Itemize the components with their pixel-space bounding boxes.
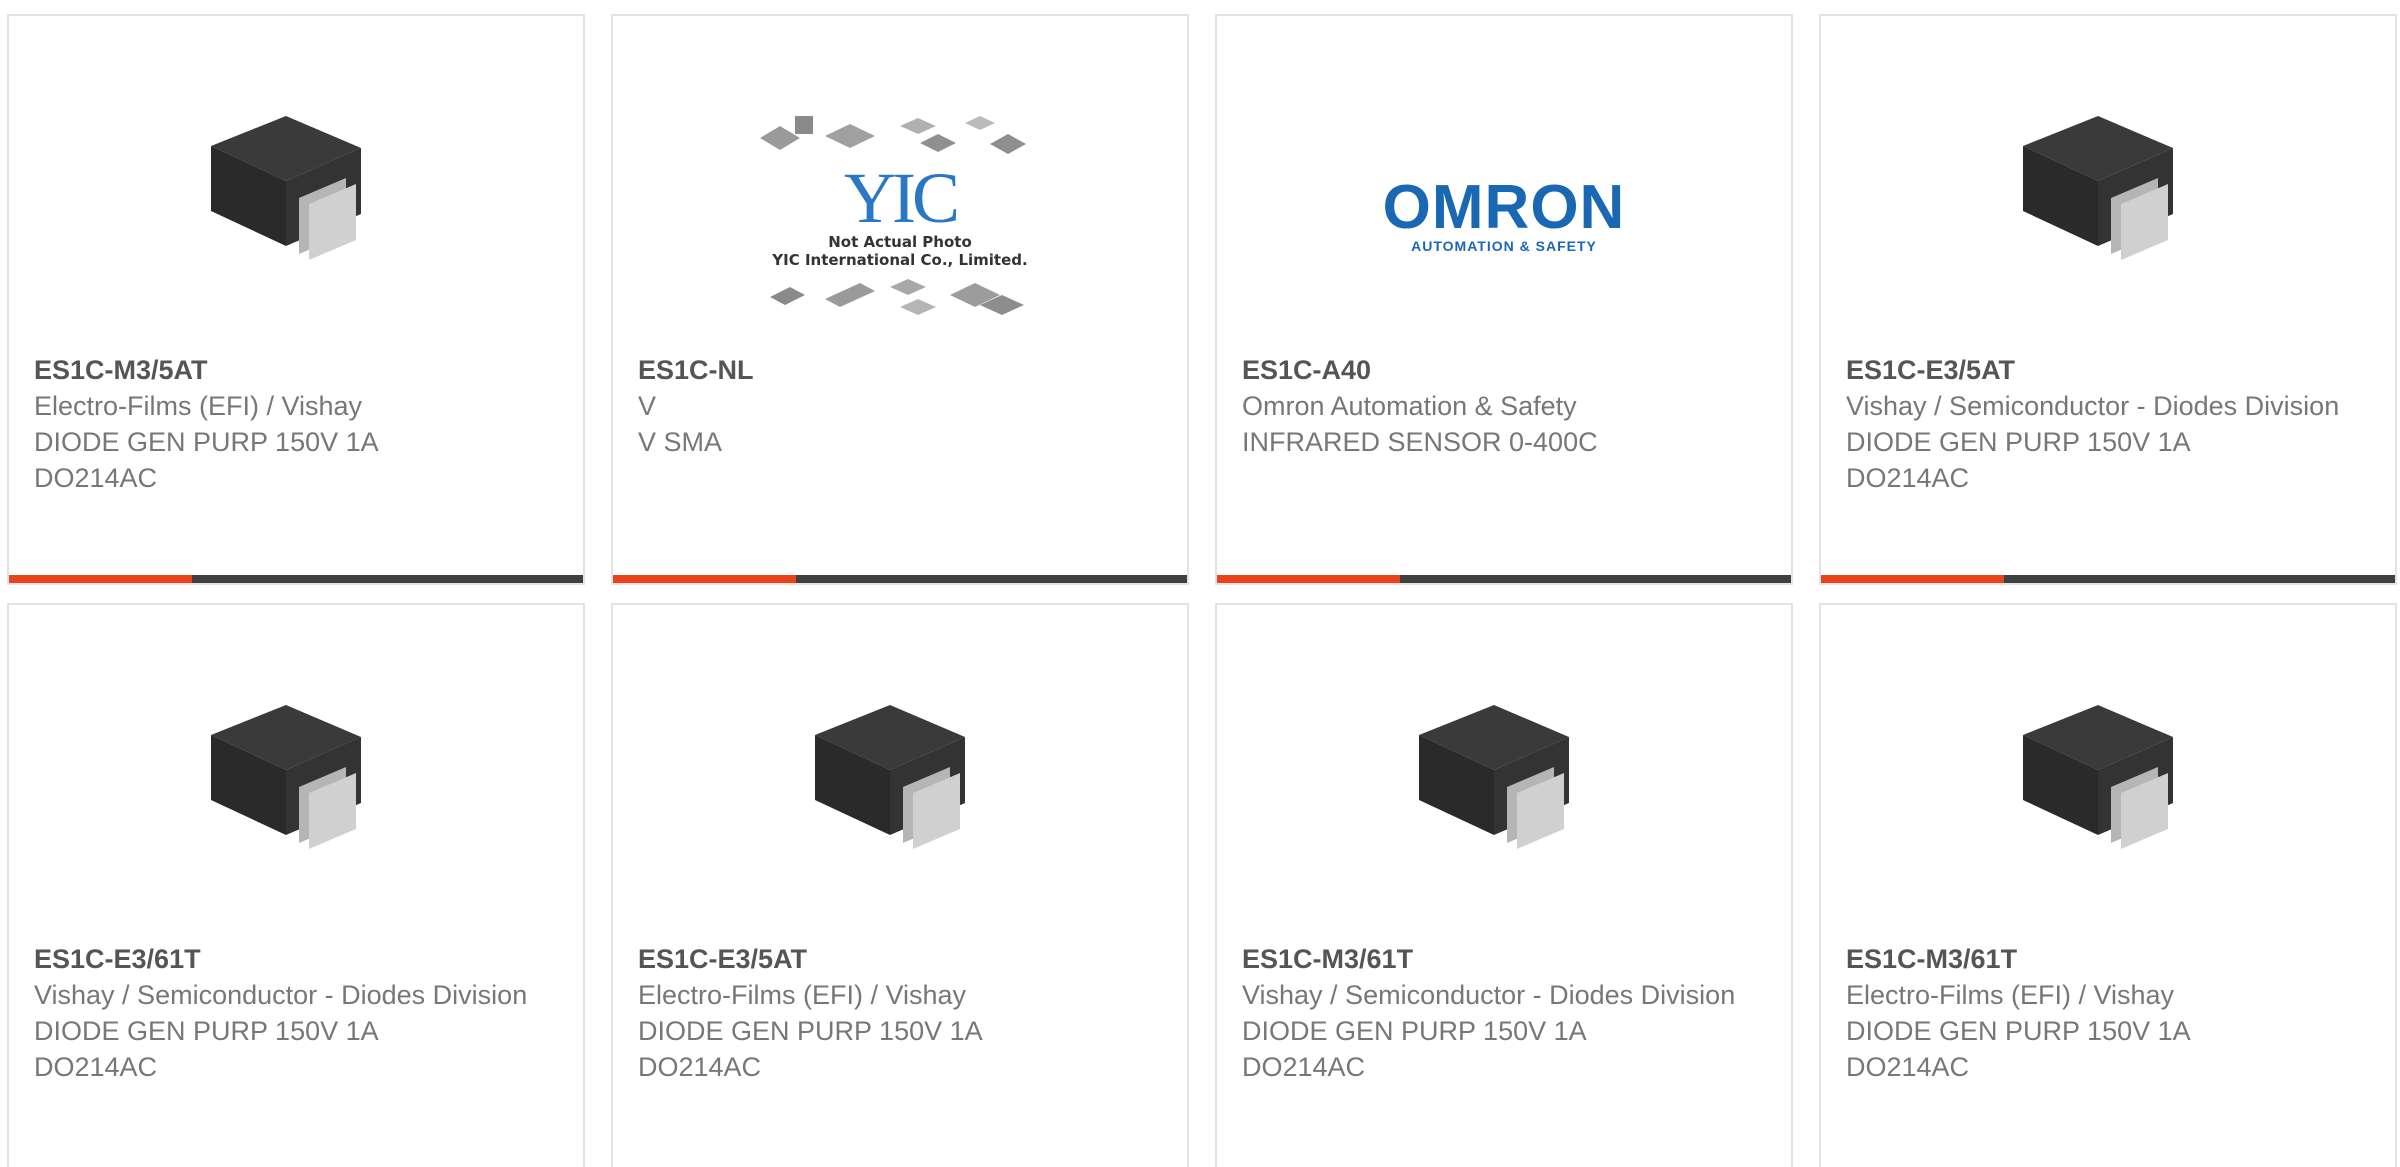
manufacturer: Electro-Films (EFI) / Vishay	[34, 391, 363, 421]
card-bottom-bar	[9, 575, 583, 583]
description: DIODE GEN PURP 150V 1A DO214AC	[34, 1016, 378, 1082]
product-info: ES1C-NL V V SMA	[638, 352, 1162, 460]
description: DIODE GEN PURP 150V 1A DO214AC	[1846, 1016, 2190, 1082]
omron-logo-text: OMRON	[1382, 173, 1626, 242]
part-number[interactable]: ES1C-NL	[638, 352, 1162, 388]
part-number[interactable]: ES1C-E3/5AT	[638, 941, 1162, 977]
diode-package-icon	[191, 675, 401, 885]
part-number[interactable]: ES1C-A40	[1242, 352, 1766, 388]
product-card[interactable]: ES1C-M3/61T Electro-Films (EFI) / Vishay…	[1819, 603, 2397, 1167]
manufacturer: Vishay / Semiconductor - Diodes Division	[1242, 980, 1736, 1010]
product-card[interactable]: ES1C-M3/61T Vishay / Semiconductor - Dio…	[1215, 603, 1793, 1167]
diode-package-icon	[2003, 86, 2213, 296]
product-info: ES1C-M3/61T Electro-Films (EFI) / Vishay…	[1846, 941, 2370, 1085]
card-bottom-bar	[613, 575, 1187, 583]
description: DIODE GEN PURP 150V 1A DO214AC	[1242, 1016, 1586, 1082]
card-bottom-bar	[1821, 575, 2395, 583]
product-card[interactable]: ES1C-E3/5AT Electro-Films (EFI) / Vishay…	[611, 603, 1189, 1167]
chips-bottom-icon	[770, 279, 1024, 315]
manufacturer: Vishay / Semiconductor - Diodes Division	[1846, 391, 2340, 421]
card-bottom-bar	[1217, 575, 1791, 583]
product-card[interactable]: OMRON AUTOMATION & SAFETY ES1C-A40 Omron…	[1215, 14, 1793, 585]
manufacturer: V	[638, 391, 657, 421]
product-card[interactable]: ES1C-M3/5AT Electro-Films (EFI) / Vishay…	[7, 14, 585, 585]
diode-package-icon	[795, 675, 1005, 885]
description: DIODE GEN PURP 150V 1A DO214AC	[34, 427, 378, 493]
part-number[interactable]: ES1C-E3/61T	[34, 941, 558, 977]
yic-placeholder-logo: YIC Not Actual Photo YIC International C…	[750, 96, 1050, 336]
diode-package-icon	[1399, 675, 1609, 885]
card-accent	[1217, 575, 1400, 583]
chips-top-icon	[760, 116, 1026, 154]
part-number[interactable]: ES1C-M3/61T	[1846, 941, 2370, 977]
yic-caption-line1: Not Actual Photo	[828, 233, 972, 251]
product-info: ES1C-M3/61T Vishay / Semiconductor - Dio…	[1242, 941, 1766, 1085]
product-card[interactable]: YIC Not Actual Photo YIC International C…	[611, 14, 1189, 585]
manufacturer: Electro-Films (EFI) / Vishay	[638, 980, 967, 1010]
yic-caption-line2: YIC International Co., Limited.	[772, 251, 1028, 269]
description: V SMA	[638, 427, 723, 457]
product-card[interactable]: ES1C-E3/5AT Vishay / Semiconductor - Dio…	[1819, 14, 2397, 585]
card-accent	[9, 575, 192, 583]
description: INFRARED SENSOR 0-400C	[1242, 427, 1598, 457]
product-info: ES1C-E3/5AT Electro-Films (EFI) / Vishay…	[638, 941, 1162, 1085]
part-number[interactable]: ES1C-M3/5AT	[34, 352, 558, 388]
omron-logo: OMRON AUTOMATION & SAFETY	[1354, 96, 1654, 336]
diode-package-icon	[2003, 675, 2213, 885]
omron-logo-subtext: AUTOMATION & SAFETY	[1411, 238, 1597, 254]
product-info: ES1C-E3/5AT Vishay / Semiconductor - Dio…	[1846, 352, 2370, 496]
manufacturer: Vishay / Semiconductor - Diodes Division	[34, 980, 528, 1010]
yic-logo-text: YIC	[844, 158, 960, 238]
diode-package-icon	[191, 86, 401, 296]
part-number[interactable]: ES1C-M3/61T	[1242, 941, 1766, 977]
description: DIODE GEN PURP 150V 1A DO214AC	[1846, 427, 2190, 493]
manufacturer: Omron Automation & Safety	[1242, 391, 1577, 421]
manufacturer: Electro-Films (EFI) / Vishay	[1846, 980, 2175, 1010]
product-card[interactable]: ES1C-E3/61T Vishay / Semiconductor - Dio…	[7, 603, 585, 1167]
product-info: ES1C-E3/61T Vishay / Semiconductor - Dio…	[34, 941, 558, 1085]
product-info: ES1C-A40 Omron Automation & Safety INFRA…	[1242, 352, 1766, 460]
product-info: ES1C-M3/5AT Electro-Films (EFI) / Vishay…	[34, 352, 558, 496]
part-number[interactable]: ES1C-E3/5AT	[1846, 352, 2370, 388]
card-accent	[613, 575, 796, 583]
description: DIODE GEN PURP 150V 1A DO214AC	[638, 1016, 982, 1082]
card-accent	[1821, 575, 2004, 583]
product-grid: ES1C-M3/5AT Electro-Films (EFI) / Vishay…	[0, 0, 2400, 1167]
